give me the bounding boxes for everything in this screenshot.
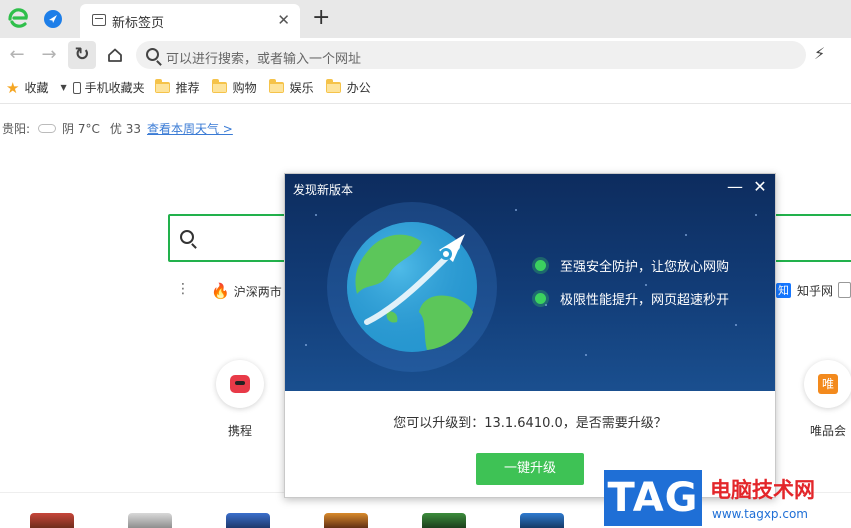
folder-icon [268, 79, 284, 93]
bookmarks-bar: ★ 收藏 ▼ 手机收藏夹 推荐 购物 娱乐 办公 [0, 72, 851, 104]
bookmark-label: 手机收藏夹 [84, 81, 145, 95]
search-icon [180, 230, 194, 244]
ctrip-icon [216, 360, 264, 408]
game-thumbnail[interactable] [128, 513, 172, 528]
game-thumbnail[interactable] [520, 513, 564, 528]
back-arrow-icon[interactable]: ← [4, 43, 30, 67]
vip-icon: 唯 [804, 360, 851, 408]
bookmark-recommend[interactable]: 推荐 [154, 77, 200, 99]
feature-item: 至强安全防护，让您放心网购 [535, 256, 729, 275]
bookmark-shopping[interactable]: 购物 [211, 77, 257, 99]
update-dialog: 发现新版本 — ✕ 至强安全防护，让您放心网购 极限性能提升，网页超速秒开 您可… [284, 173, 776, 498]
game-thumbnail[interactable] [422, 513, 466, 528]
tab-new-tab[interactable]: 新标签页 ✕ [80, 4, 300, 38]
tab-title: 新标签页 [112, 16, 165, 31]
globe-rocket-illustration [347, 222, 477, 352]
star-icon: ★ [6, 78, 20, 97]
green-dot-icon [535, 293, 546, 304]
feature-text: 至强安全防护，让您放心网购 [560, 260, 730, 275]
bookmark-label: 购物 [232, 81, 257, 95]
weather-condition: 阴 7°C [62, 122, 100, 136]
bookmark-favorites[interactable]: ★ 收藏 ▼ [6, 77, 67, 99]
address-bar[interactable]: 可以进行搜索，或者输入一个网址 [136, 41, 806, 69]
browser-logo-icon[interactable] [6, 6, 30, 30]
game-thumbnail[interactable] [226, 513, 270, 528]
site-label: 携程 [227, 424, 252, 438]
tab-close-icon[interactable]: ✕ [277, 11, 290, 29]
site-tile-vip[interactable]: 唯 唯品会 [798, 360, 851, 439]
air-quality: 优 33 [109, 122, 141, 136]
hot-topic-item[interactable]: 🔥 沪深两市 [211, 282, 282, 300]
upgrade-button[interactable]: 一键升级 [476, 453, 584, 485]
phone-icon [72, 81, 81, 94]
more-vertical-icon[interactable]: ⋮ [176, 282, 190, 296]
new-tab-page-icon [92, 14, 106, 26]
bookmark-label: 推荐 [175, 81, 200, 95]
bookmark-label: 办公 [346, 81, 371, 95]
bookmark-office[interactable]: 办公 [325, 77, 371, 99]
feature-item: 极限性能提升，网页超速秒开 [535, 289, 729, 308]
watermark-url: www.tagxp.com [712, 507, 808, 521]
site-tile-ctrip[interactable]: 携程 [210, 360, 270, 439]
tag-logo: TAG [604, 470, 702, 526]
folder-icon [211, 79, 227, 93]
hot-topic-label: 知乎网 [797, 284, 834, 298]
new-tab-plus-icon[interactable]: + [312, 5, 330, 30]
cloud-icon [38, 124, 57, 133]
hot-topic-item[interactable]: 知 知乎网 [776, 282, 833, 299]
lightning-bolt-icon[interactable]: ⚡ [814, 44, 825, 63]
bookmark-mobile[interactable]: 手机收藏夹 [72, 77, 145, 99]
dialog-banner: 发现新版本 — ✕ 至强安全防护，让您放心网购 极限性能提升，网页超速秒开 [285, 174, 775, 391]
close-icon[interactable]: ✕ [751, 178, 769, 196]
search-icon [146, 48, 159, 61]
game-thumbnail[interactable] [30, 513, 74, 528]
reload-icon[interactable]: ↻ [68, 41, 96, 69]
address-placeholder: 可以进行搜索，或者输入一个网址 [166, 52, 362, 67]
home-icon[interactable] [102, 43, 128, 67]
green-dot-icon [535, 260, 546, 271]
watermark: TAG 电脑技术网 www.tagxp.com [604, 466, 851, 528]
site-label: 唯品会 [809, 424, 846, 438]
navigation-bar: ← → ↻ 可以进行搜索，或者输入一个网址 [0, 38, 851, 72]
caret-down-icon[interactable]: ▼ [60, 83, 66, 92]
minimize-icon[interactable]: — [726, 178, 744, 196]
tab-strip: 新标签页 ✕ + [0, 0, 851, 38]
weekly-weather-link[interactable]: 查看本周天气 > [147, 120, 233, 137]
bookmark-label: 收藏 [24, 81, 49, 95]
feature-text: 极限性能提升，网页超速秒开 [560, 293, 730, 308]
zhihu-icon: 知 [776, 283, 791, 298]
sidebar-panel-icon[interactable] [838, 282, 851, 298]
watermark-site-name: 电脑技术网 [710, 478, 815, 502]
fire-icon: 🔥 [211, 282, 230, 300]
folder-icon [154, 79, 170, 93]
game-thumbnail[interactable] [324, 513, 368, 528]
upgrade-message: 您可以升级到：13.1.6410.0，是否需要升级？ [393, 416, 667, 431]
weather-widget: 贵阳: 阴 7°C 优 33 查看本周天气 > [2, 120, 233, 137]
bookmark-entertainment[interactable]: 娱乐 [268, 77, 314, 99]
forward-arrow-icon[interactable]: → [36, 43, 62, 67]
folder-icon [325, 79, 341, 93]
bookmark-label: 娱乐 [289, 81, 314, 95]
weather-city: 贵阳: [2, 122, 31, 136]
navigation-arrow-icon[interactable] [44, 10, 62, 28]
hot-topic-label: 沪深两市 [233, 284, 282, 299]
dialog-title: 发现新版本 [293, 183, 354, 197]
